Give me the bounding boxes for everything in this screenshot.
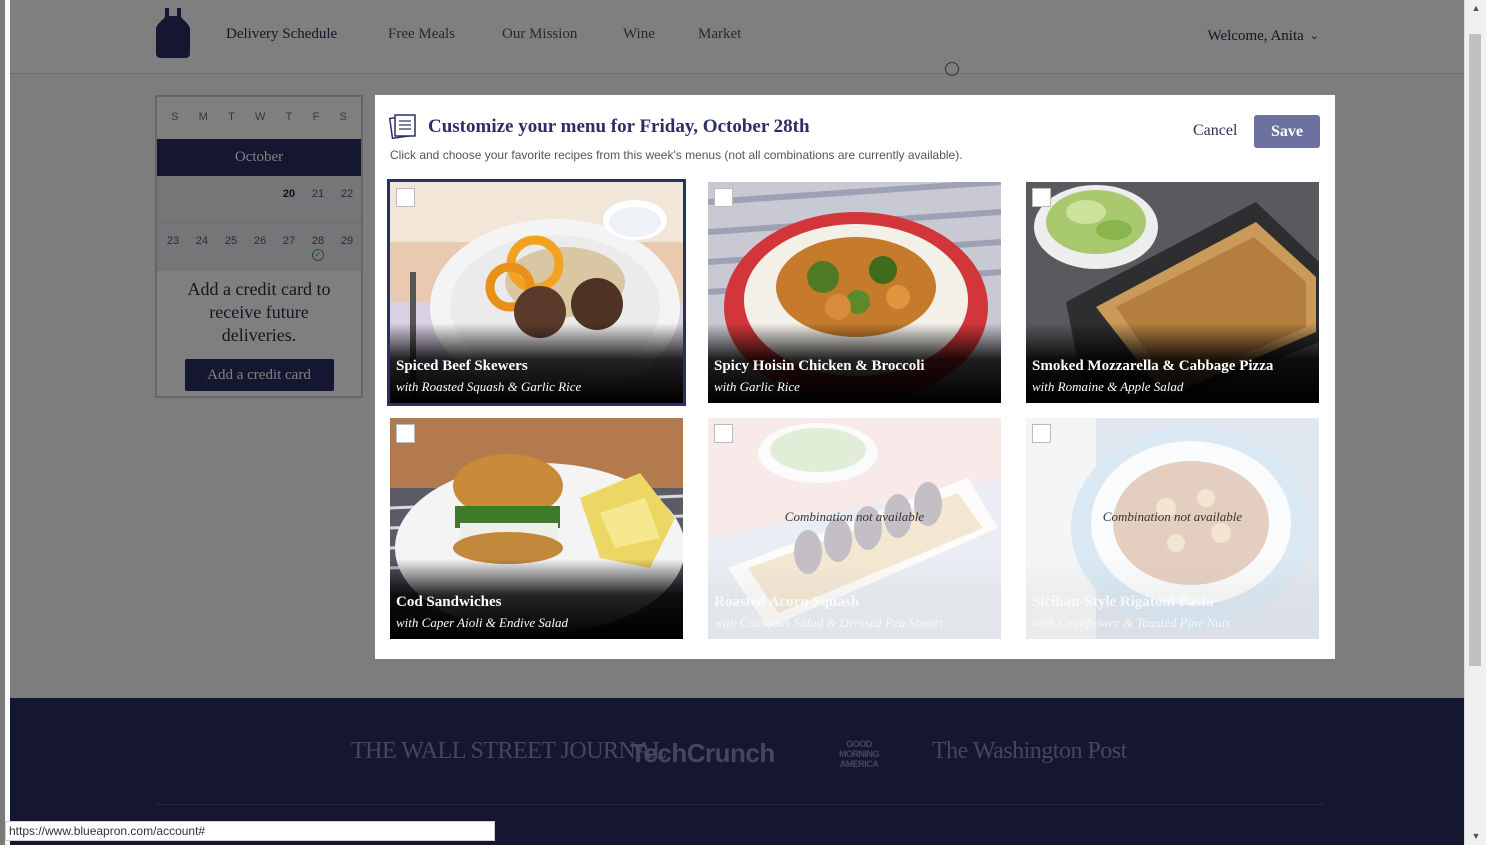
recipe-side: with Cauliflower & Toasted Pine Nuts	[1032, 615, 1231, 630]
recipe-checkbox[interactable]	[396, 424, 415, 443]
recipe-card-sicilian-rigatoni: Combination not available Sicilian-Style…	[1026, 418, 1319, 639]
recipe-card-roasted-acorn-squash: Combination not available Roasted Acorn …	[708, 418, 1001, 639]
recipe-side: with Caper Aioli & Endive Salad	[396, 615, 569, 630]
scroll-up-icon[interactable]: ▲	[1465, 0, 1486, 17]
recipe-name: Spicy Hoisin Chicken & Broccoli	[714, 358, 925, 374]
vertical-scrollbar[interactable]: ▲ ▼	[1464, 0, 1486, 845]
recipe-card-spiced-beef-skewers[interactable]: Spiced Beef Skewers with Roasted Squash …	[387, 179, 686, 406]
scroll-thumb[interactable]	[1469, 34, 1481, 666]
recipe-side: with Couscous Salad & Dressed Pea Shoots	[714, 615, 944, 630]
recipe-cards-icon	[389, 114, 416, 139]
recipe-name: Roasted Acorn Squash	[714, 594, 860, 610]
modal-title: Customize your menu for Friday, October …	[428, 116, 810, 137]
recipe-side: with Roasted Squash & Garlic Rice	[396, 379, 582, 394]
recipe-name: Cod Sandwiches	[396, 594, 502, 610]
status-bar-url: https://www.blueapron.com/account#	[5, 821, 495, 841]
recipe-card-cod-sandwiches[interactable]: Cod Sandwiches with Caper Aioli & Endive…	[390, 418, 683, 639]
recipe-side: with Romaine & Apple Salad	[1032, 379, 1184, 394]
recipe-checkbox	[1032, 424, 1051, 443]
recipe-checkbox	[714, 424, 733, 443]
recipe-name: Smoked Mozzarella & Cabbage Pizza	[1032, 358, 1274, 374]
scroll-down-icon[interactable]: ▼	[1465, 828, 1486, 845]
recipe-checkbox[interactable]	[1032, 188, 1051, 207]
recipe-name: Spiced Beef Skewers	[396, 358, 528, 374]
modal-subtitle: Click and choose your favorite recipes f…	[390, 148, 963, 162]
cancel-button[interactable]: Cancel	[1193, 122, 1237, 140]
recipe-checkbox[interactable]	[714, 188, 733, 207]
recipe-checkbox[interactable]	[396, 188, 415, 207]
recipe-side: with Garlic Rice	[714, 379, 800, 394]
customize-menu-modal: Customize your menu for Friday, October …	[375, 95, 1335, 659]
save-button[interactable]: Save	[1254, 115, 1320, 148]
recipe-name: Sicilian-Style Rigatoni Pasta	[1032, 594, 1214, 610]
recipe-card-spicy-hoisin-chicken[interactable]: Spicy Hoisin Chicken & Broccoli with Gar…	[708, 182, 1001, 403]
unavailable-label: Combination not available	[1102, 509, 1243, 524]
recipe-card-smoked-mozzarella-pizza[interactable]: Smoked Mozzarella & Cabbage Pizza with R…	[1026, 182, 1319, 403]
unavailable-label: Combination not available	[784, 509, 925, 524]
